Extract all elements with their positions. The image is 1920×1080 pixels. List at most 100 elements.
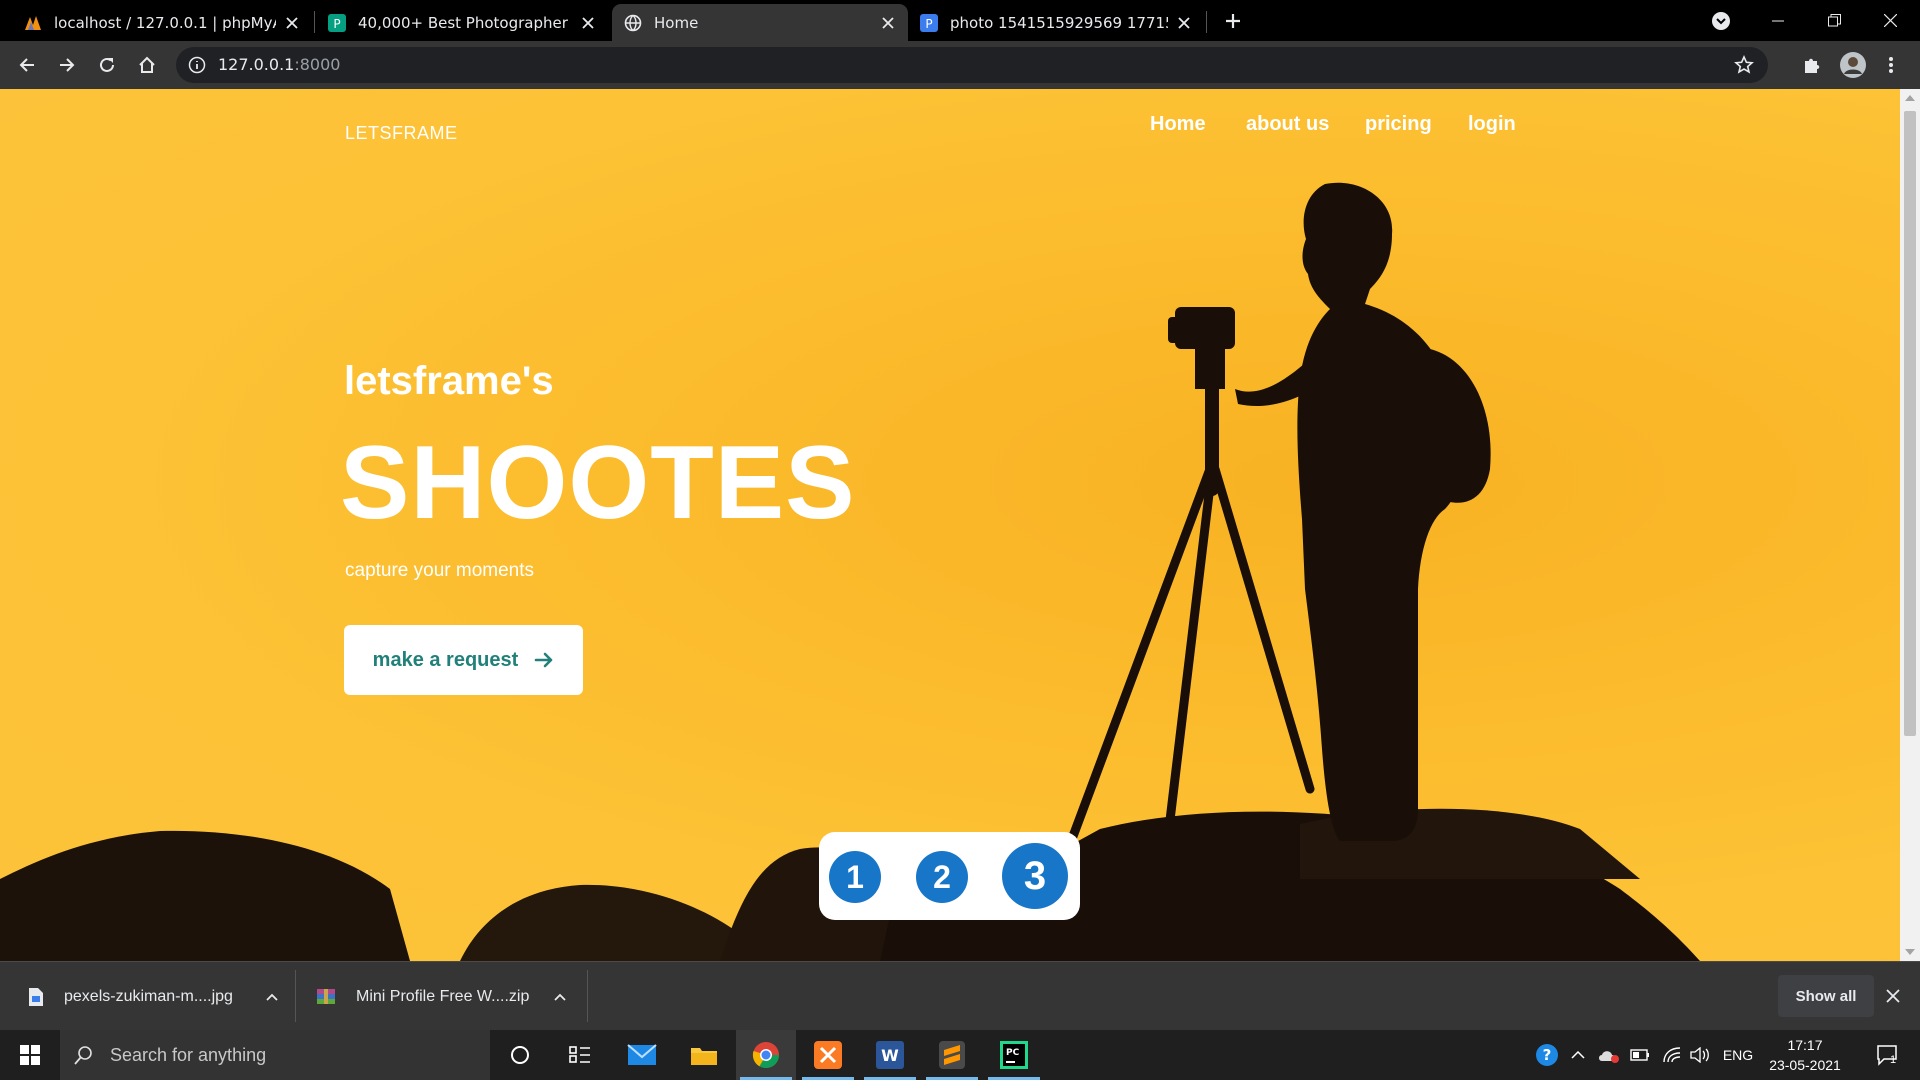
system-clock[interactable]: 17:17 23-05-2021: [1760, 1035, 1850, 1075]
tab-home[interactable]: Home: [612, 4, 908, 41]
site-info-icon[interactable]: [188, 56, 206, 78]
tab-title: 40,000+ Best Photographer Studio: [358, 13, 572, 32]
volume-icon[interactable]: [1688, 1030, 1712, 1080]
tab-search-button[interactable]: [1696, 0, 1746, 41]
downloads-bar: pexels-zukiman-m....jpg Mini Profile Fre…: [0, 961, 1920, 1030]
cortana-icon[interactable]: [490, 1030, 550, 1080]
close-icon: [1883, 14, 1897, 27]
restore-button[interactable]: [1806, 0, 1862, 41]
svg-text:W: W: [881, 1046, 899, 1065]
home-icon: [139, 56, 155, 73]
chevron-up-icon[interactable]: [266, 993, 278, 1001]
step-2-button[interactable]: 2: [916, 851, 968, 903]
tab-title: Home: [654, 13, 699, 32]
pixlr-icon: P: [920, 13, 938, 32]
close-window-button[interactable]: [1862, 0, 1918, 41]
plus-icon: [1226, 14, 1240, 28]
tab-title: photo 1541515929569 1771522cbaa: [950, 13, 1168, 32]
chrome-icon[interactable]: [736, 1030, 796, 1080]
avatar-icon: [1840, 52, 1866, 78]
file-explorer-icon[interactable]: [674, 1030, 734, 1080]
download-filename: Mini Profile Free W....zip: [356, 987, 530, 1005]
scroll-down-arrow-icon[interactable]: [1905, 949, 1915, 955]
notification-icon: [1877, 1045, 1897, 1066]
tab-phpmyadmin[interactable]: localhost / 127.0.0.1 | phpMyAdmin: [12, 4, 312, 41]
nav-link-pricing[interactable]: pricing: [1365, 113, 1432, 136]
chevron-up-icon[interactable]: [1568, 1030, 1588, 1080]
notification-count: 1: [1890, 1054, 1897, 1066]
brand-logo-text[interactable]: LETSFRAME: [345, 123, 458, 144]
start-button[interactable]: [0, 1030, 60, 1080]
minimize-button[interactable]: [1750, 0, 1806, 41]
close-icon[interactable]: [580, 15, 596, 31]
language-indicator[interactable]: ENG: [1718, 1030, 1758, 1080]
nav-link-about-us[interactable]: about us: [1246, 113, 1329, 136]
close-icon[interactable]: [284, 15, 300, 31]
hero-headline: SHOOTES: [340, 425, 856, 541]
globe-icon: [624, 14, 642, 32]
battery-icon[interactable]: [1628, 1030, 1652, 1080]
windows-logo-icon: [20, 1045, 40, 1065]
windows-taskbar: Search for anything W PC ? ENG 17:17 23-…: [0, 1030, 1920, 1080]
scrollbar-thumb[interactable]: [1904, 111, 1916, 736]
page-scrollbar[interactable]: [1900, 89, 1920, 961]
minimize-icon: [1772, 20, 1784, 21]
forward-button[interactable]: [52, 50, 82, 80]
winrar-archive-icon: [316, 987, 336, 1007]
chevron-down-icon: [1712, 11, 1730, 30]
profile-avatar[interactable]: [1838, 50, 1868, 80]
help-icon[interactable]: ?: [1532, 1030, 1562, 1080]
extensions-button[interactable]: [1797, 50, 1827, 80]
download-filename: pexels-zukiman-m....jpg: [64, 987, 233, 1005]
wifi-icon[interactable]: [1660, 1030, 1684, 1080]
xampp-icon[interactable]: [798, 1030, 858, 1080]
new-tab-button[interactable]: [1218, 6, 1248, 36]
kebab-menu-icon: [1889, 57, 1893, 73]
download-item[interactable]: pexels-zukiman-m....jpg: [28, 962, 278, 1031]
search-icon: [74, 1045, 94, 1065]
restore-icon: [1827, 14, 1841, 27]
svg-text:?: ?: [1543, 1046, 1552, 1064]
forward-arrow-icon: [60, 58, 75, 72]
menu-button[interactable]: [1876, 50, 1906, 80]
sublime-text-icon[interactable]: [922, 1030, 982, 1080]
show-all-downloads-button[interactable]: Show all: [1778, 975, 1874, 1017]
pexels-icon: P: [328, 13, 346, 32]
notification-center-button[interactable]: 1: [1866, 1030, 1910, 1080]
make-request-button[interactable]: make a request: [344, 625, 583, 695]
photographer-silhouette-image: [0, 182, 1700, 961]
tab-pexels[interactable]: P 40,000+ Best Photographer Studio: [316, 4, 608, 41]
nav-link-home[interactable]: Home: [1150, 113, 1206, 136]
pycharm-icon[interactable]: PC: [984, 1030, 1044, 1080]
close-icon: [1886, 989, 1900, 1003]
address-bar[interactable]: 127.0.0.1:8000: [176, 47, 1768, 83]
word-icon[interactable]: W: [860, 1030, 920, 1080]
nav-link-login[interactable]: login: [1468, 113, 1516, 136]
close-icon[interactable]: [880, 15, 896, 31]
step-1-button[interactable]: 1: [829, 851, 881, 903]
reload-icon: [100, 57, 114, 72]
bookmark-star-icon[interactable]: [1734, 55, 1754, 79]
tab-photo[interactable]: P photo 1541515929569 1771522cbaa: [908, 4, 1204, 41]
download-item[interactable]: Mini Profile Free W....zip: [316, 962, 566, 1031]
hero-section: LETSFRAME Home about us pricing login le…: [0, 89, 1900, 961]
chevron-up-icon[interactable]: [554, 993, 566, 1001]
svg-text:P: P: [925, 17, 932, 31]
svg-text:PC: PC: [1006, 1048, 1020, 1058]
taskbar-search-box[interactable]: Search for anything: [60, 1030, 490, 1080]
mail-icon[interactable]: [612, 1030, 672, 1080]
clock-time: 17:17: [1787, 1037, 1823, 1053]
onedrive-error-icon[interactable]: [1596, 1030, 1622, 1080]
arrow-right-icon: [534, 651, 554, 669]
svg-text:P: P: [333, 17, 340, 31]
home-button[interactable]: [132, 50, 162, 80]
reload-button[interactable]: [92, 50, 122, 80]
cta-label: make a request: [372, 648, 519, 671]
scroll-up-arrow-icon[interactable]: [1905, 95, 1915, 101]
step-3-button[interactable]: 3: [1002, 843, 1068, 909]
close-downloads-button[interactable]: [1886, 988, 1900, 1007]
hero-tagline: capture your moments: [345, 560, 535, 581]
close-icon[interactable]: [1176, 15, 1192, 31]
task-view-icon[interactable]: [550, 1030, 610, 1080]
back-button[interactable]: [12, 50, 42, 80]
